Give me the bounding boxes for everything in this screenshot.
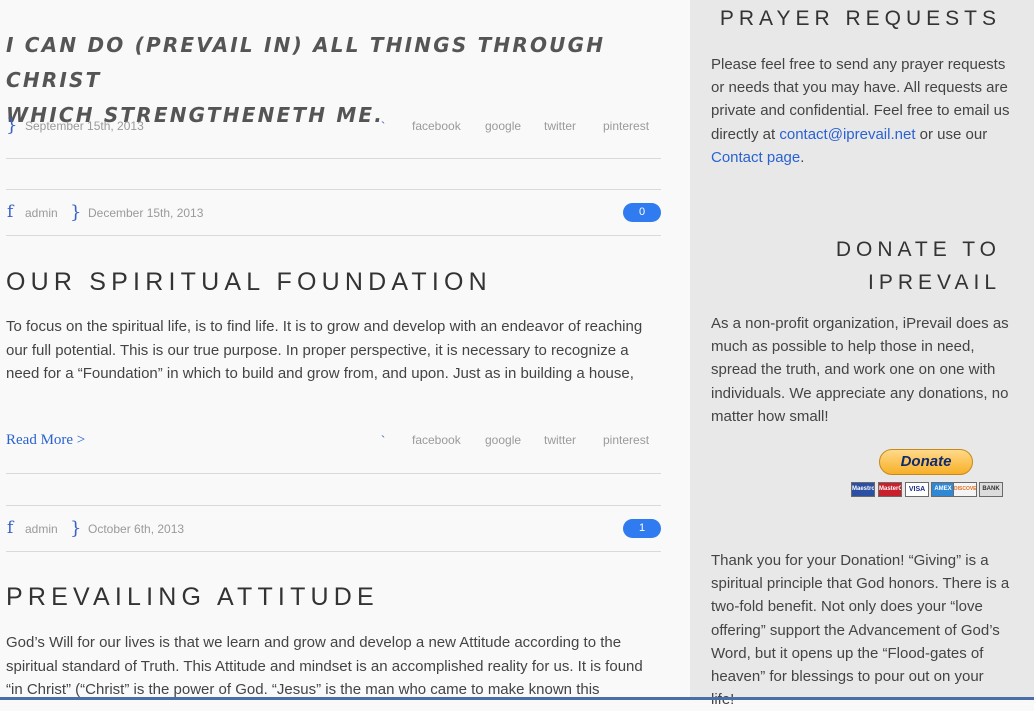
- share-icon: `: [381, 433, 386, 448]
- main-content: I CAN DO (PREVAIL IN) ALL THINGS THROUGH…: [0, 0, 690, 700]
- post-title[interactable]: PREVAILING ATTITUDE: [6, 583, 379, 612]
- discover-card-icon: DISCOVER: [953, 482, 977, 497]
- bank-icon: BANK: [979, 482, 1003, 497]
- share-twitter[interactable]: twitter: [544, 119, 576, 133]
- share-pinterest[interactable]: pinterest: [603, 433, 649, 447]
- post-author[interactable]: admin: [25, 522, 58, 536]
- post-share-row: ` facebook google twitter pinterest: [0, 428, 662, 452]
- divider: [6, 505, 661, 506]
- divider: [6, 551, 661, 552]
- donate-text: As a non-profit organization, iPrevail d…: [711, 315, 1009, 425]
- date-icon: }: [6, 115, 18, 136]
- amex-card-icon: AMEX: [931, 482, 955, 497]
- post-excerpt: God’s Will for our lives is that we lear…: [6, 634, 643, 698]
- donate-button[interactable]: Donate: [879, 449, 973, 475]
- sidebar: PRAYER REQUESTS Please feel free to send…: [690, 0, 1034, 708]
- donation-thanks-text: Thank you for your Donation! “Giving” is…: [711, 552, 1010, 708]
- post-date: September 15th, 2013: [25, 119, 144, 133]
- share-google[interactable]: google: [485, 119, 521, 133]
- date-icon: }: [70, 518, 82, 539]
- share-icon: `: [381, 119, 386, 134]
- donate-title-line-2: IPREVAIL: [868, 271, 1001, 294]
- quote-line-1: I CAN DO (PREVAIL IN) ALL THINGS THROUGH…: [6, 33, 606, 92]
- divider: [6, 158, 661, 159]
- author-icon: f: [7, 518, 14, 538]
- author-icon: f: [7, 202, 14, 222]
- post-author[interactable]: admin: [25, 206, 58, 220]
- prayer-requests-text: Please feel free to send any prayer requ…: [711, 53, 1011, 169]
- donate-title-line-1: DONATE TO: [835, 238, 1001, 261]
- post-date: October 6th, 2013: [88, 522, 185, 536]
- share-facebook[interactable]: facebook: [412, 433, 461, 447]
- post-date: December 15th, 2013: [88, 206, 204, 220]
- comment-count-badge[interactable]: 1: [623, 519, 661, 538]
- post-meta: f admin } October 6th, 2013: [0, 517, 662, 541]
- post-title[interactable]: OUR SPIRITUAL FOUNDATION: [6, 268, 492, 297]
- post-excerpt: To focus on the spiritual life, is to fi…: [6, 318, 643, 382]
- share-twitter[interactable]: twitter: [544, 433, 576, 447]
- divider: [6, 235, 661, 236]
- mastercard-icon: MasterCard: [878, 482, 902, 497]
- visa-card-icon: VISA: [905, 482, 929, 497]
- share-facebook[interactable]: facebook: [412, 119, 461, 133]
- date-icon: }: [70, 202, 82, 223]
- comment-count-badge[interactable]: 0: [623, 203, 661, 222]
- contact-page-link[interactable]: Contact page: [711, 149, 800, 166]
- share-google[interactable]: google: [485, 433, 521, 447]
- share-pinterest[interactable]: pinterest: [603, 119, 649, 133]
- divider: [6, 473, 661, 474]
- maestro-card-icon: Maestro: [851, 482, 875, 497]
- post-meta: f admin } December 15th, 2013: [0, 201, 662, 225]
- quote-meta: } September 15th, 2013 ` facebook google…: [0, 114, 662, 138]
- contact-email-link[interactable]: contact@iprevail.net: [779, 126, 915, 143]
- divider: [6, 189, 661, 190]
- prayer-text-2: or use our: [915, 125, 988, 143]
- prayer-text-3: .: [800, 148, 805, 166]
- donate-title: DONATE TO IPREVAIL: [836, 233, 1001, 299]
- prayer-requests-title: PRAYER REQUESTS: [719, 7, 1001, 30]
